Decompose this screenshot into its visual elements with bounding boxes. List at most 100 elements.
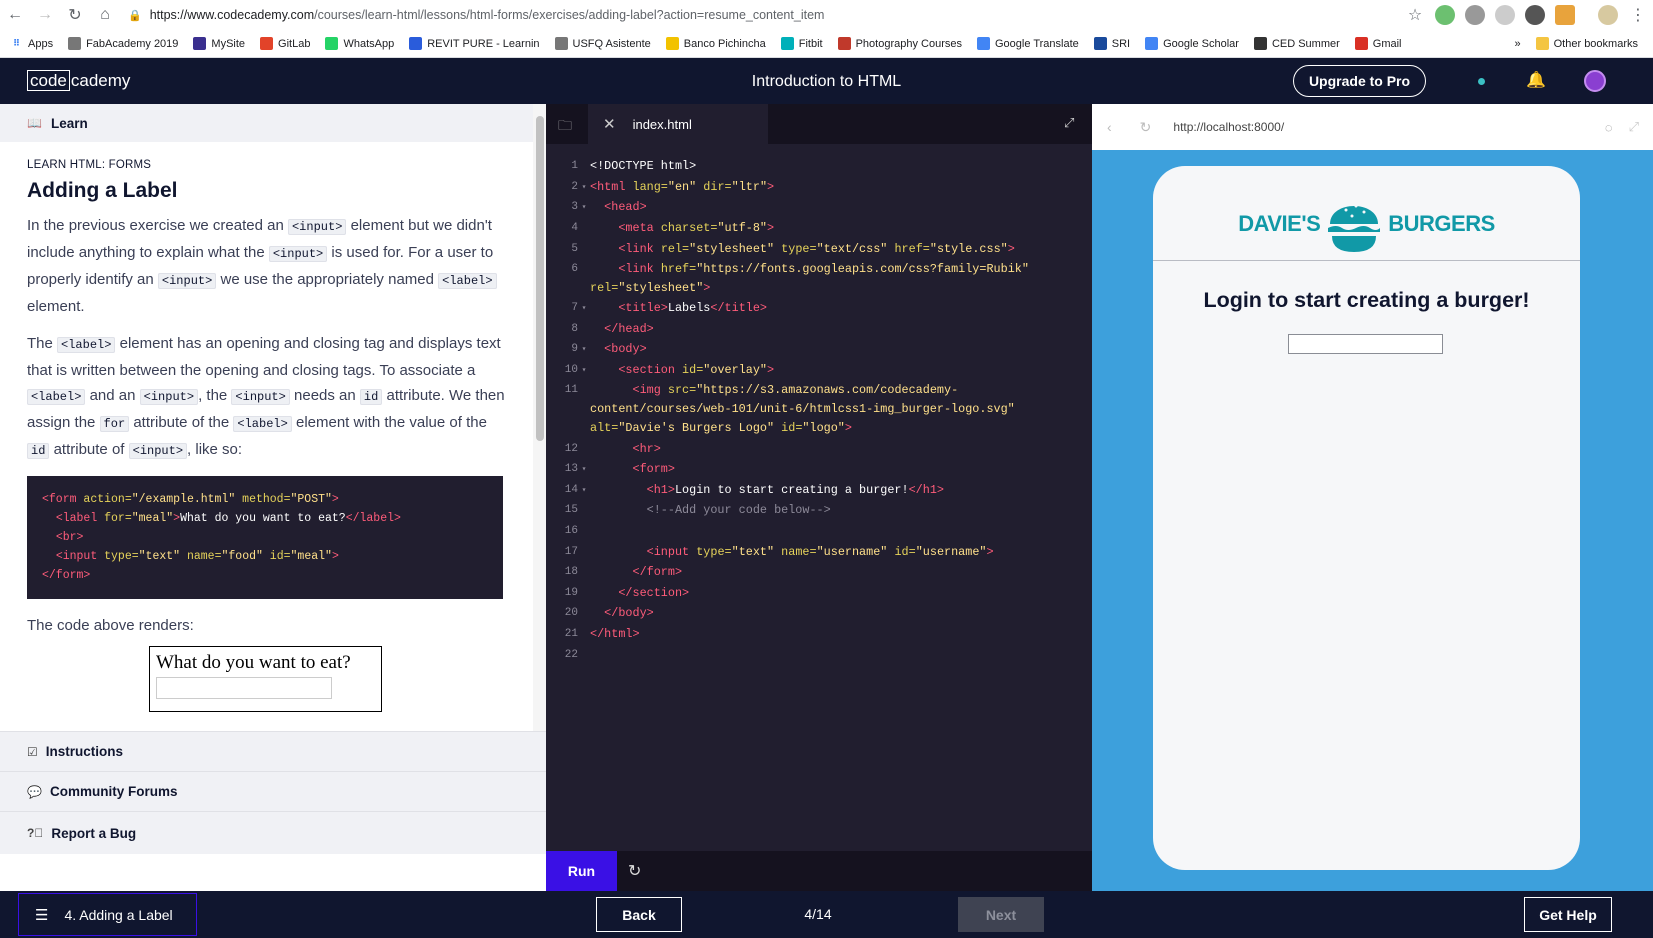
extension-icon[interactable] [1525, 5, 1545, 25]
kebab-menu-icon[interactable]: ⋮ [1623, 0, 1653, 30]
bookmark-item[interactable]: Fitbit [780, 37, 823, 50]
fold-arrow-icon[interactable]: ▾ [578, 464, 590, 474]
preview-back-icon[interactable]: ‹ [1107, 119, 1112, 135]
snippet-line: <form action="/example.html" method="POS… [42, 490, 488, 509]
fold-arrow-icon[interactable]: ▾ [578, 365, 590, 375]
code-token: </title> [710, 301, 768, 316]
extension-icon[interactable] [1495, 5, 1515, 25]
learn-tab[interactable]: 📖 Learn [0, 104, 533, 142]
back-button[interactable]: Back [596, 897, 682, 932]
line-text: <link rel="stylesheet" type="text/css" h… [590, 242, 1092, 256]
text-run: , the [198, 387, 232, 404]
bookmark-item[interactable]: GitLab [260, 37, 310, 50]
reload-icon[interactable]: ↻ [60, 0, 90, 30]
bookmark-label: Apps [28, 37, 54, 50]
forward-arrow-icon[interactable]: → [30, 0, 60, 30]
scrollbar-thumb[interactable] [536, 116, 544, 441]
next-button[interactable]: Next [958, 897, 1044, 932]
home-icon[interactable]: ⌂ [90, 0, 120, 30]
bookmark-item[interactable]: CED Summer [1253, 37, 1340, 50]
code-token: "username" [816, 544, 888, 559]
avatar[interactable] [1584, 70, 1606, 92]
checkbox-icon: ☑ [27, 744, 38, 759]
bookmark-item[interactable]: Photography Courses [837, 37, 962, 50]
fold-arrow-icon[interactable]: ▾ [578, 202, 590, 212]
bookmark-item[interactable]: Gmail [1354, 37, 1402, 50]
expand-icon[interactable]: ⤢ [1064, 115, 1074, 131]
extension-icon[interactable] [1555, 5, 1575, 25]
line-text: <section id="overlay"> [590, 363, 1092, 377]
close-icon[interactable]: ✕ [603, 115, 616, 133]
fold-arrow-icon[interactable]: ▾ [578, 303, 590, 313]
code-area[interactable]: 1 <!DOCTYPE html> 2 ▾ <html lang="en" dir="l… [546, 156, 1092, 665]
bookmark-item[interactable]: Banco Pichincha [665, 37, 766, 50]
code-token: <form [42, 493, 84, 506]
line-text: </form> [590, 565, 1092, 579]
line-number: 17 [564, 545, 578, 558]
bookmark-label: USFQ Asistente [572, 37, 651, 50]
fold-arrow-icon[interactable]: ▾ [578, 182, 590, 192]
fold-arrow-icon[interactable]: ▾ [578, 344, 590, 354]
code-token: </label> [345, 512, 401, 525]
more-bookmarks-icon[interactable]: » [1515, 38, 1521, 50]
star-icon[interactable]: ☆ [1400, 0, 1430, 30]
line-text: <h1>Login to start creating a burger!</h… [590, 483, 1092, 497]
code-token: id= [774, 421, 803, 436]
other-bookmarks[interactable]: Other bookmarks [1535, 37, 1638, 50]
bookmark-label: Gmail [1372, 37, 1402, 50]
line-number: 8 [571, 322, 578, 335]
text-run: , like so: [187, 441, 243, 458]
hamburger-icon: ☰ [35, 906, 49, 924]
snippet-line: </form> [42, 566, 488, 585]
code-line: 7 ▾ <title>Labels</title> [546, 298, 1092, 319]
code-token: "overlay" [703, 363, 768, 378]
report-bug-panel[interactable]: ?⃝ Report a Bug [0, 811, 546, 854]
profile-icon[interactable] [1598, 5, 1618, 25]
bookmark-item[interactable]: REVIT PURE - Learnin [409, 37, 540, 50]
code-token: > [767, 221, 775, 236]
community-forums-panel[interactable]: 💬 Community Forums [0, 771, 546, 811]
get-help-button[interactable]: Get Help [1524, 897, 1612, 932]
code-token: "ltr" [731, 179, 768, 194]
bookmark-item[interactable]: Google Translate [976, 37, 1079, 50]
tab-index-html[interactable]: ✕ index.html [588, 104, 768, 144]
fold-arrow-icon[interactable]: ▾ [578, 485, 590, 495]
code-token: rel= [660, 241, 690, 256]
text-run: and an [85, 387, 140, 404]
instructions-panel[interactable]: ☑ Instructions [0, 731, 546, 771]
bookmark-item[interactable]: Google Scholar [1145, 37, 1239, 50]
upgrade-button[interactable]: Upgrade to Pro [1293, 65, 1426, 97]
line-text: <img src="https://s3.amazonaws.com/codec… [590, 381, 1092, 438]
extension-icon[interactable] [1435, 5, 1455, 25]
lesson-menu-button[interactable]: ☰ 4. Adding a Label [18, 893, 197, 936]
username-input[interactable] [1288, 334, 1443, 354]
bookmark-item[interactable]: MySite [193, 37, 245, 50]
text-run: attribute of the [129, 414, 234, 431]
back-arrow-icon[interactable]: ← [0, 0, 30, 30]
extension-icon[interactable] [1465, 5, 1485, 25]
bell-icon[interactable]: 🔔 [1526, 70, 1546, 90]
inline-code: <label> [438, 273, 497, 289]
run-button[interactable]: Run [546, 851, 617, 891]
bookmark-item[interactable]: ⠿ Apps [10, 37, 53, 50]
text-run: element. [27, 298, 85, 315]
browser-url-bar: ← → ↻ ⌂ 🔒 https://www.codecademy.com/cou… [0, 0, 1653, 30]
expand-icon[interactable]: ⤢ [1629, 119, 1639, 135]
bookmark-favicon-icon [409, 37, 423, 50]
bookmark-item[interactable]: WhatsApp [325, 37, 394, 50]
bookmark-item[interactable]: SRI [1093, 37, 1130, 50]
bookmark-item[interactable]: USFQ Asistente [554, 37, 651, 50]
line-number: 21 [564, 627, 578, 640]
code-token: id= [682, 363, 704, 378]
address-field[interactable]: 🔒 https://www.codecademy.com/courses/lea… [120, 8, 1400, 22]
rendered-label: What do you want to eat? [156, 652, 351, 673]
preview-refresh-icon[interactable]: ↻ [1140, 119, 1152, 136]
bookmark-item[interactable]: FabAcademy 2019 [68, 37, 178, 50]
bookmark-favicon-icon [1253, 37, 1267, 50]
reset-icon[interactable]: ↻ [628, 861, 641, 881]
folder-icon[interactable]: 🗀 [558, 115, 572, 139]
